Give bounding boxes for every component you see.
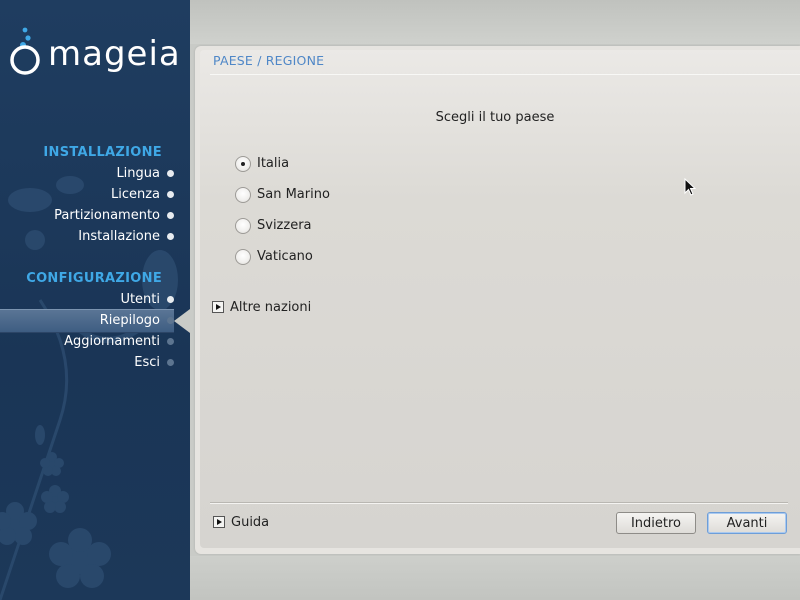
- radio-label[interactable]: Vaticano: [257, 247, 313, 267]
- footer-divider: [210, 502, 788, 504]
- radio-label[interactable]: Italia: [257, 154, 289, 174]
- step-esci: Esci: [134, 352, 174, 373]
- expander-label[interactable]: Altre nazioni: [230, 299, 311, 317]
- expand-arrow-icon[interactable]: [213, 516, 225, 528]
- radio-checked-icon[interactable]: [235, 156, 251, 172]
- step-label: Esci: [134, 355, 160, 370]
- radio-unchecked-icon[interactable]: [235, 249, 251, 265]
- radio-label[interactable]: Svizzera: [257, 216, 312, 236]
- sidebar: mageia INSTALLAZIONE Lingua Licenza Part…: [0, 0, 190, 600]
- step-installazione: Installazione: [78, 226, 174, 247]
- page-title: PAESE / REGIONE: [213, 53, 325, 68]
- brand-name: mageia: [48, 34, 181, 74]
- step-pending-bullet-icon: [167, 338, 174, 345]
- step-label: Lingua: [116, 166, 160, 181]
- step-done-bullet-icon: [167, 212, 174, 219]
- step-done-bullet-icon: [167, 233, 174, 240]
- step-partizionamento: Partizionamento: [54, 205, 174, 226]
- expand-arrow-icon[interactable]: [212, 301, 224, 313]
- step-label: Installazione: [78, 229, 160, 244]
- step-licenza: Licenza: [110, 184, 174, 205]
- mageia-cauldron-icon: [10, 27, 40, 75]
- expander-label[interactable]: Guida: [231, 514, 269, 532]
- step-done-bullet-icon: [167, 296, 174, 303]
- step-label: Aggiornamenti: [64, 334, 160, 349]
- step-pending-bullet-icon: [167, 359, 174, 366]
- step-label: Licenza: [110, 187, 160, 202]
- step-done-bullet-icon: [167, 170, 174, 177]
- mageia-logo: mageia: [8, 24, 188, 76]
- radio-unchecked-icon[interactable]: [235, 218, 251, 234]
- step-label: Partizionamento: [54, 208, 160, 223]
- step-label: Utenti: [120, 292, 160, 307]
- step-done-bullet-icon: [167, 191, 174, 198]
- active-step-arrow-icon: [174, 309, 190, 333]
- radio-unchecked-icon[interactable]: [235, 187, 251, 203]
- step-utenti: Utenti: [120, 289, 174, 310]
- section-title-installazione: INSTALLAZIONE: [43, 145, 162, 160]
- bottom-band: [190, 556, 800, 600]
- step-aggiornamenti: Aggiornamenti: [64, 331, 174, 352]
- step-riepilogo: Riepilogo: [99, 310, 174, 331]
- radio-label[interactable]: San Marino: [257, 185, 330, 205]
- country-prompt: Scegli il tuo paese: [435, 110, 555, 125]
- section-title-configurazione: CONFIGURAZIONE: [26, 271, 162, 286]
- mouse-cursor-icon: [684, 178, 697, 196]
- header-divider: [210, 74, 800, 75]
- flower-decoration-icon: [0, 176, 178, 600]
- back-button[interactable]: Indietro: [616, 512, 696, 534]
- step-lingua: Lingua: [116, 163, 174, 184]
- step-pending-bullet-icon: [167, 317, 174, 324]
- top-band: [190, 0, 800, 44]
- step-label: Riepilogo: [99, 313, 160, 328]
- next-button[interactable]: Avanti: [707, 512, 787, 534]
